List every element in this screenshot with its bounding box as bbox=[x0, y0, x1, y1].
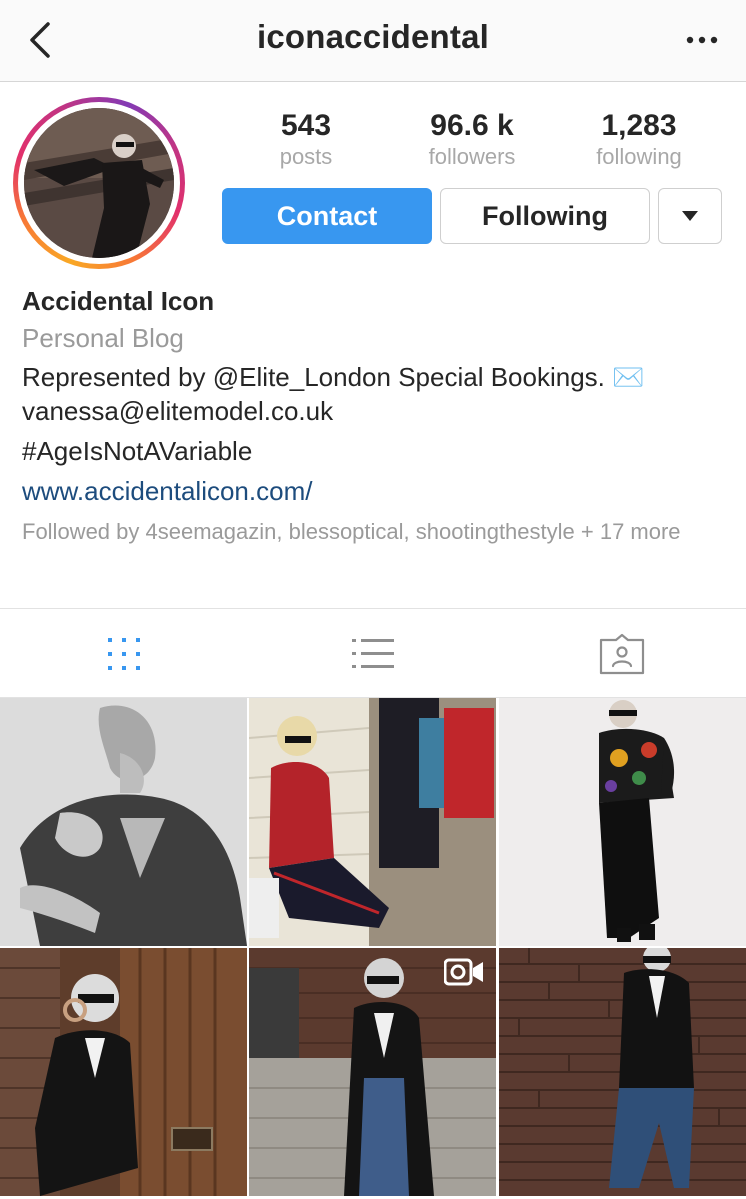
tagged-icon bbox=[599, 633, 645, 675]
top-navigation-bar: iconaccidental bbox=[0, 0, 746, 82]
posts-count-label: posts bbox=[279, 144, 333, 169]
post-thumbnail[interactable] bbox=[0, 948, 247, 1196]
list-icon bbox=[352, 639, 394, 668]
following-count-value: 1,283 bbox=[601, 109, 677, 142]
more-options-button[interactable] bbox=[680, 22, 724, 58]
suggested-accounts-dropdown-button[interactable] bbox=[658, 188, 722, 244]
followers-count[interactable]: 96.6 k followers bbox=[402, 108, 542, 170]
following-button[interactable]: Following bbox=[440, 188, 650, 244]
profile-picture bbox=[24, 108, 174, 258]
following-count-label: following bbox=[596, 144, 682, 169]
bio-website-link[interactable]: www.accidentalicon.com/ bbox=[22, 474, 732, 508]
post-thumbnail[interactable] bbox=[249, 698, 496, 946]
tab-grid-view[interactable] bbox=[0, 609, 248, 699]
contact-button[interactable]: Contact bbox=[222, 188, 432, 244]
triangle-down-icon bbox=[682, 211, 698, 221]
tab-list-view[interactable] bbox=[249, 609, 497, 699]
bio-representation-line: Represented by @Elite_London Special Boo… bbox=[22, 362, 645, 392]
profile-avatar[interactable] bbox=[13, 97, 185, 269]
post-image bbox=[249, 698, 496, 946]
profile-picture-illustration bbox=[24, 108, 174, 258]
posts-count[interactable]: 543 posts bbox=[236, 108, 376, 170]
post-image bbox=[0, 698, 247, 946]
posts-count-value: 543 bbox=[280, 109, 332, 142]
profile-username-title: iconaccidental bbox=[256, 18, 490, 55]
post-image bbox=[0, 948, 247, 1196]
more-horizontal-icon bbox=[686, 36, 718, 44]
bio-hashtag-link[interactable]: #AgeIsNotAVariable bbox=[22, 434, 732, 468]
following-count[interactable]: 1,283 following bbox=[569, 108, 709, 170]
followers-count-label: followers bbox=[428, 144, 516, 169]
bio-email-link[interactable]: vanessa@elitemodel.co.uk bbox=[22, 394, 732, 428]
post-image bbox=[499, 698, 746, 946]
post-thumbnail[interactable] bbox=[249, 948, 496, 1196]
post-image bbox=[499, 948, 746, 1196]
profile-category: Personal Blog bbox=[22, 323, 184, 353]
followed-by-text[interactable]: Followed by 4seemagazin, blessoptical, s… bbox=[22, 518, 732, 546]
followers-count-value: 96.6 k bbox=[430, 109, 514, 142]
grid-icon bbox=[108, 638, 140, 670]
video-icon bbox=[444, 958, 483, 986]
post-thumbnail[interactable] bbox=[499, 948, 746, 1196]
post-thumbnail[interactable] bbox=[0, 698, 247, 946]
profile-bio: Accidental Icon Personal Blog Represente… bbox=[22, 284, 732, 546]
profile-display-name: Accidental Icon bbox=[22, 286, 215, 316]
profile-view-tabs bbox=[0, 608, 746, 698]
tab-tagged[interactable] bbox=[498, 609, 746, 699]
post-thumbnail[interactable] bbox=[499, 698, 746, 946]
